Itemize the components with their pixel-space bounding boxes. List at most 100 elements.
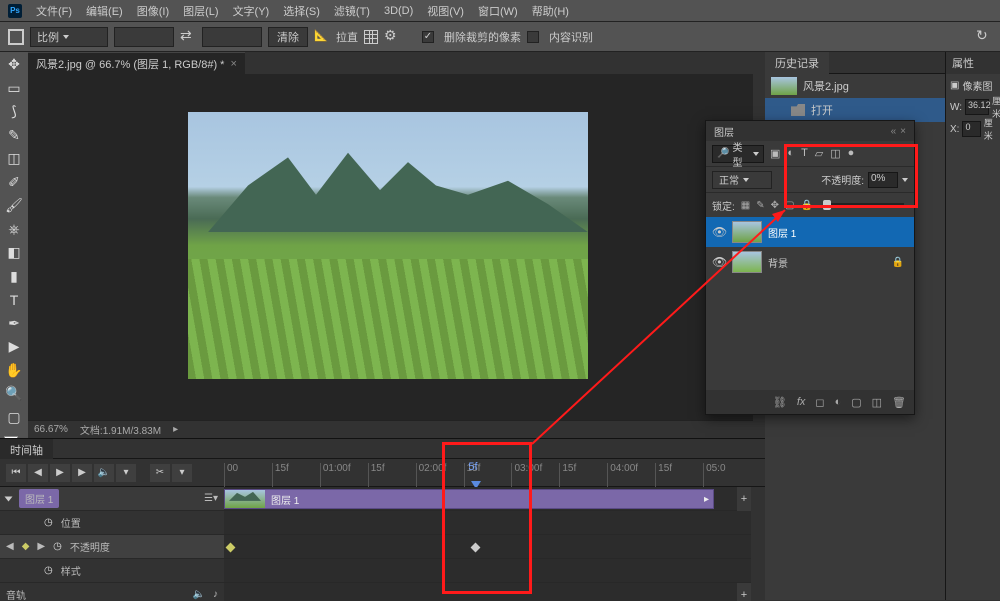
crop-width-input[interactable] (114, 27, 174, 47)
crop-tool-icon[interactable] (8, 29, 24, 45)
next-key-icon[interactable]: ▶ (37, 541, 45, 552)
filter-toggle-icon[interactable]: ● (848, 147, 855, 160)
lock-all-icon[interactable]: ✥ (771, 200, 779, 211)
go-to-start-button[interactable]: ⏮ (6, 464, 26, 482)
stopwatch-icon[interactable]: ◷ (44, 565, 53, 576)
slider-knob-icon[interactable] (823, 200, 831, 210)
layer-filter-dropdown[interactable]: 🔎 类型 (712, 145, 764, 163)
menu-layer[interactable]: 图层(L) (183, 3, 218, 19)
gear-icon[interactable] (384, 29, 400, 45)
split-clip-button[interactable]: ✂ (150, 464, 170, 482)
filter-smart-icon[interactable]: ◫ (830, 147, 840, 160)
menu-filter[interactable]: 滤镜(T) (334, 3, 370, 19)
zoom-percent[interactable]: 66.67% (34, 424, 68, 435)
opacity-value[interactable]: 0% (868, 172, 898, 188)
overlay-grid-icon[interactable] (364, 30, 378, 44)
menu-view[interactable]: 视图(V) (427, 3, 464, 19)
layer-options-icon[interactable]: ☰▾ (204, 493, 218, 504)
type-tool-icon[interactable]: T (3, 291, 25, 309)
layer-item[interactable]: 👁 背景 🔒 (706, 247, 914, 277)
menu-image[interactable]: 图像(I) (137, 3, 169, 19)
crop-ratio-dropdown[interactable]: 比例 (30, 27, 108, 47)
add-audio-button[interactable]: + (737, 583, 751, 601)
quick-select-tool-icon[interactable]: ✎ (3, 127, 25, 145)
blend-mode-dropdown[interactable]: 正常 (712, 171, 772, 189)
next-frame-button[interactable]: ▶ (72, 464, 92, 482)
history-tab[interactable]: 历史记录 (765, 52, 829, 74)
crop-tool-icon[interactable]: ◫ (3, 150, 25, 168)
timeline-clip[interactable]: 图层 1 ▸ (224, 489, 714, 509)
menu-type[interactable]: 文字(Y) (233, 3, 270, 19)
filter-pixel-icon[interactable]: ▣ (770, 147, 780, 160)
fill-slider[interactable] (823, 203, 904, 207)
x-value[interactable]: 0 (962, 121, 980, 137)
timeline-layer-header[interactable]: 图层 1 ☰▾ (0, 487, 224, 511)
play-button[interactable]: ▶ (50, 464, 70, 482)
gradient-tool-icon[interactable]: ▮ (3, 268, 25, 286)
layer-name[interactable]: 图层 1 (768, 225, 796, 240)
layer-name[interactable]: 背景 (768, 255, 788, 270)
close-icon[interactable]: × (900, 126, 906, 137)
filter-adjust-icon[interactable]: ◐ (787, 147, 794, 160)
clear-button[interactable]: 清除 (268, 27, 308, 47)
close-icon[interactable]: × (230, 58, 236, 70)
visibility-icon[interactable]: 👁 (712, 225, 726, 239)
prev-frame-button[interactable]: ◀ (28, 464, 48, 482)
transition-button[interactable]: ▾ (172, 464, 192, 482)
brush-tool-icon[interactable]: 🖌 (3, 197, 25, 215)
timeline-ruler[interactable]: 00 15f 01:00f 15f 02:00f 15f 03:00f 15f … (224, 459, 751, 487)
hand-tool-icon[interactable]: ✋ (3, 362, 25, 380)
menu-3d[interactable]: 3D(D) (384, 5, 413, 17)
menu-window[interactable]: 窗口(W) (478, 3, 518, 19)
lock-position-icon[interactable]: ✎ (756, 200, 764, 211)
marquee-tool-icon[interactable]: ▭ (3, 80, 25, 98)
group-icon[interactable]: ▢ (851, 396, 861, 409)
track-position[interactable]: ◷ 位置 (0, 511, 224, 535)
layer-item[interactable]: 👁 图层 1 (706, 217, 914, 247)
width-value[interactable]: 36.12 (965, 99, 989, 115)
track-audio[interactable]: 音轨 🔈 ♪ (0, 583, 224, 601)
menu-select[interactable]: 选择(S) (283, 3, 320, 19)
pen-tool-icon[interactable]: ✒ (3, 315, 25, 333)
properties-tab[interactable]: 属性 (946, 52, 1000, 74)
menu-file[interactable]: 文件(F) (36, 3, 72, 19)
link-layers-icon[interactable]: ⛓ (773, 396, 787, 409)
chevron-down-icon[interactable] (902, 178, 908, 182)
stopwatch-icon[interactable]: ◷ (44, 517, 53, 528)
track-style[interactable]: ◷ 样式 (0, 559, 224, 583)
delete-cropped-checkbox[interactable] (422, 31, 434, 43)
lasso-tool-icon[interactable]: ⟆ (3, 103, 25, 121)
keyframe[interactable] (226, 543, 236, 553)
swap-icon[interactable] (180, 29, 196, 45)
music-icon[interactable]: ♪ (213, 589, 218, 600)
move-tool-icon[interactable]: ✥ (3, 56, 25, 74)
track-opacity[interactable]: ◀ ◆ ▶ ◷ 不透明度 (0, 535, 224, 559)
filter-shape-icon[interactable]: ▱ (815, 147, 823, 160)
visibility-icon[interactable]: 👁 (712, 255, 726, 269)
lock-pixels-icon[interactable]: ▦ (741, 200, 750, 211)
canvas[interactable] (28, 74, 753, 420)
lock-icon[interactable]: 🔒 (892, 257, 904, 268)
reset-icon[interactable] (976, 29, 992, 45)
audio-icon[interactable]: 🔈 (193, 589, 205, 600)
add-track-button[interactable]: + (737, 487, 751, 511)
menu-edit[interactable]: 编辑(E) (86, 3, 123, 19)
layer-mask-icon[interactable]: ◻ (815, 396, 824, 409)
stopwatch-icon[interactable]: ◷ (53, 541, 62, 552)
new-layer-icon[interactable]: ◫ (872, 396, 882, 409)
timeline-settings-button[interactable]: ▾ (116, 464, 136, 482)
key-diamond-icon[interactable]: ◆ (22, 541, 30, 552)
filter-type-icon[interactable]: T (801, 147, 808, 160)
adjustment-layer-icon[interactable]: ◐ (835, 396, 842, 408)
straighten-icon[interactable]: 📐 (314, 29, 330, 45)
disclosure-triangle-icon[interactable] (5, 496, 13, 501)
clip-handle-icon[interactable]: ▸ (704, 494, 709, 505)
eyedropper-tool-icon[interactable]: ✐ (3, 174, 25, 192)
zoom-tool-icon[interactable]: 🔍 (3, 385, 25, 403)
lock-artboard-icon[interactable]: ▢ (785, 200, 794, 211)
layer-style-icon[interactable]: fx (797, 396, 806, 408)
crop-height-input[interactable] (202, 27, 262, 47)
lock-icon[interactable]: 🔒 (800, 200, 812, 211)
timeline-tracks[interactable]: 图层 1 ▸ + + (224, 487, 751, 601)
menu-help[interactable]: 帮助(H) (532, 3, 569, 19)
